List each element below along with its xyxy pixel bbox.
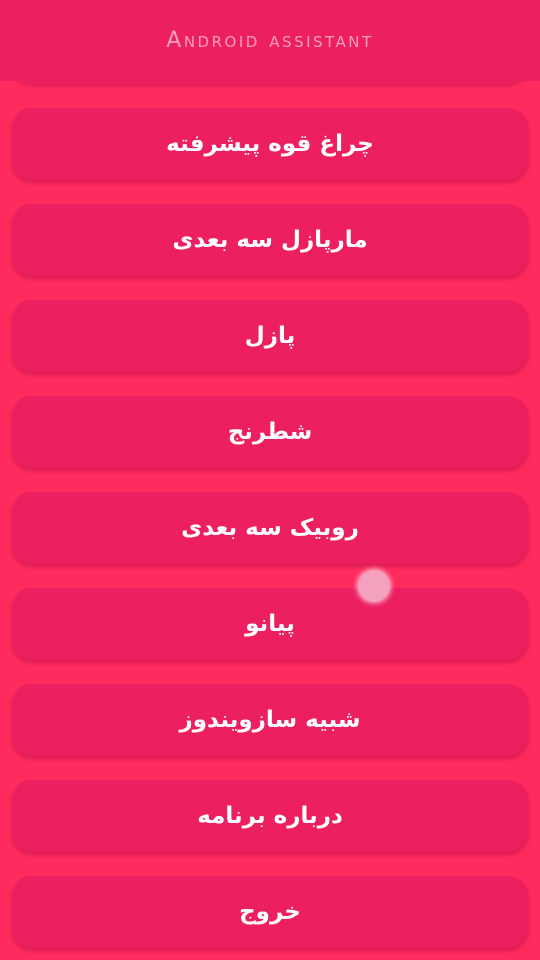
menu-item-label: شطرنج (227, 419, 313, 445)
menu-item-label: چراغ قوه پیشرفته (166, 131, 374, 157)
menu-item-label: پازل (244, 323, 296, 349)
menu-item-about-app[interactable]: درباره برنامه (12, 780, 528, 852)
menu-item-label: روبیک سه بعدی (181, 515, 359, 541)
menu-item-label: خروج (239, 899, 301, 925)
menu-item-windows-simulator[interactable]: شبیه سازویندوز (12, 684, 528, 756)
app-screen: Android assistant چراغ قوه پیشرفته مارپا… (0, 0, 540, 960)
menu-item-3d-rubik[interactable]: روبیک سه بعدی (12, 492, 528, 564)
menu-item-piano[interactable]: پیانو (12, 588, 528, 660)
app-title: Android assistant (166, 28, 374, 53)
menu-item-chess[interactable]: شطرنج (12, 396, 528, 468)
menu-item-label: شبیه سازویندوز (179, 707, 361, 733)
menu-list: چراغ قوه پیشرفته مارپازل سه بعدی پازل شط… (0, 0, 540, 960)
menu-item-label: درباره برنامه (197, 803, 343, 829)
menu-item-puzzle[interactable]: پازل (12, 300, 528, 372)
menu-item-advanced-flashlight[interactable]: چراغ قوه پیشرفته (12, 108, 528, 180)
menu-item-3d-snake-puzzle[interactable]: مارپازل سه بعدی (12, 204, 528, 276)
menu-item-label: پیانو (245, 611, 295, 637)
menu-item-exit[interactable]: خروج (12, 876, 528, 948)
touch-indicator (358, 570, 390, 602)
menu-item-label: مارپازل سه بعدی (172, 227, 368, 253)
app-bar: Android assistant (0, 0, 540, 81)
